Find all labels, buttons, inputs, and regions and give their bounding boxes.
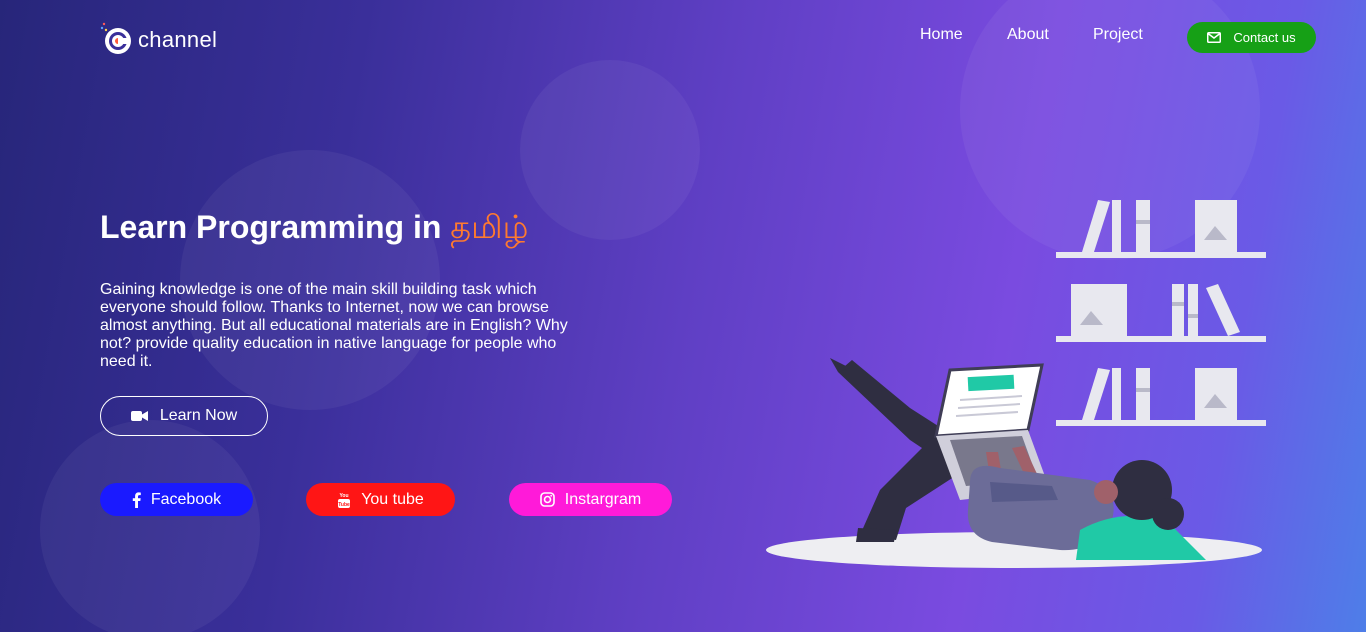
instagram-button[interactable]: Instargram <box>509 483 672 516</box>
contact-us-label: Contact us <box>1233 30 1296 45</box>
youtube-icon: You Tube <box>338 493 350 508</box>
learn-now-label: Learn Now <box>159 407 238 424</box>
nav-home-link[interactable]: Home <box>920 26 963 44</box>
envelope-icon <box>1207 32 1222 43</box>
youtube-button[interactable]: You Tube You tube <box>306 483 455 516</box>
hero-title-accent: தமிழ் <box>450 209 529 245</box>
facebook-icon <box>132 491 141 508</box>
video-camera-icon <box>130 411 148 421</box>
svg-text:You: You <box>340 493 349 499</box>
hero-description: Gaining knowledge is one of the main ski… <box>100 281 568 370</box>
svg-text:Tube: Tube <box>338 502 350 508</box>
learn-now-button[interactable]: Learn Now <box>100 396 268 436</box>
instagram-icon <box>539 492 555 507</box>
reading-person-illustration <box>760 190 1270 580</box>
nav-about-link[interactable]: About <box>1007 26 1049 44</box>
instagram-label: Instargram <box>564 490 642 508</box>
youtube-label: You tube <box>361 490 424 508</box>
facebook-label: Facebook <box>150 490 222 508</box>
nav-project-link[interactable]: Project <box>1093 26 1143 44</box>
contact-us-button[interactable]: Contact us <box>1187 22 1316 53</box>
facebook-button[interactable]: Facebook <box>100 483 253 516</box>
top-nav: Home About Project <box>0 24 1366 54</box>
hero-title-text: Learn Programming in <box>100 209 451 245</box>
hero-title: Learn Programming in தமிழ் <box>100 209 528 250</box>
